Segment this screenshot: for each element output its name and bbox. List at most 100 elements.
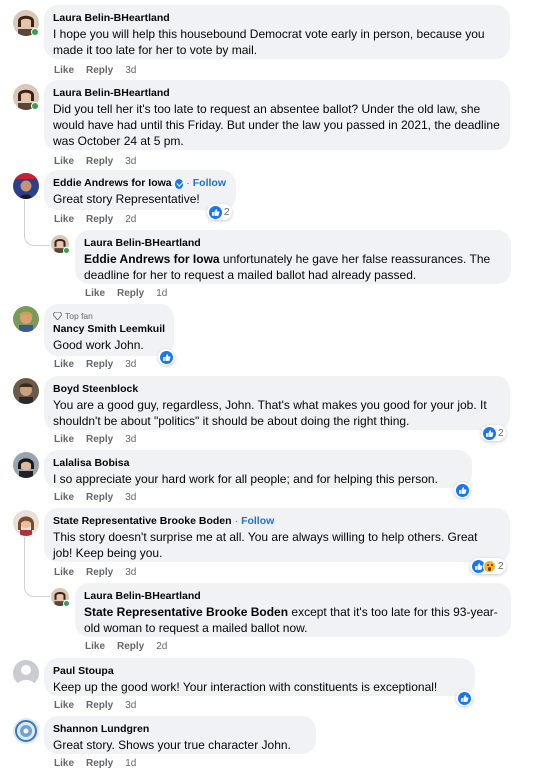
mention-link[interactable]: State Representative Brooke Boden <box>84 605 288 619</box>
reply-button[interactable]: Reply <box>86 758 113 769</box>
reaction-summary[interactable]: 2 <box>207 204 232 220</box>
like-button[interactable]: Like <box>54 700 74 711</box>
comment-text: Eddie Andrews for Iowa unfortunately he … <box>84 251 501 283</box>
timestamp[interactable]: 3d <box>125 434 136 445</box>
avatar[interactable] <box>13 378 39 404</box>
reply-thread-line <box>24 200 50 246</box>
reaction-count: 2 <box>224 206 230 218</box>
avatar[interactable] <box>13 510 39 536</box>
comment-text: Great story. Shows your true character J… <box>53 738 291 752</box>
comment-text: Good work John. <box>53 338 144 352</box>
comment-text: You are a good guy, regardless, John. Th… <box>53 398 487 428</box>
like-button[interactable]: Like <box>54 492 74 503</box>
comment-bubble: Paul Stoupa Keep up the good work! Your … <box>44 658 475 696</box>
follow-button[interactable]: Follow <box>193 177 226 190</box>
comment-author[interactable]: Paul Stoupa <box>53 665 465 678</box>
timestamp[interactable]: 1d <box>125 758 136 769</box>
like-button[interactable]: Like <box>54 434 74 445</box>
comment-author[interactable]: Laura Belin-BHeartland <box>84 237 501 250</box>
comment-author[interactable]: Laura Belin-BHeartland <box>53 12 500 25</box>
reply-button[interactable]: Reply <box>86 434 113 445</box>
reaction-count: 2 <box>498 560 504 572</box>
timestamp[interactable]: 2d <box>125 214 136 225</box>
comment-author[interactable]: Laura Belin-BHeartland <box>53 87 500 100</box>
timestamp[interactable]: 1d <box>156 288 167 299</box>
avatar[interactable] <box>13 452 39 478</box>
comment-text: Keep up the good work! Your interaction … <box>53 680 438 694</box>
like-button[interactable]: Like <box>85 288 105 299</box>
comment-text: Great story Representative! <box>53 192 200 206</box>
timestamp[interactable]: 3d <box>125 359 136 370</box>
separator-dot: · <box>234 515 239 527</box>
online-status-icon <box>31 28 39 36</box>
like-button[interactable]: Like <box>54 214 74 225</box>
mention-link[interactable]: Eddie Andrews for Iowa <box>84 252 220 266</box>
timestamp[interactable]: 2d <box>156 641 167 652</box>
online-status-icon <box>63 600 70 607</box>
timestamp[interactable]: 3d <box>125 700 136 711</box>
reply-button[interactable]: Reply <box>86 156 113 167</box>
comment-author[interactable]: Shannon Lundgren <box>53 723 306 736</box>
reply-button[interactable]: Reply <box>86 700 113 711</box>
avatar[interactable] <box>13 660 39 686</box>
reply-button[interactable]: Reply <box>117 641 144 652</box>
comment-bubble: Lalalisa Bobisa I so appreciate your har… <box>44 450 472 488</box>
reaction-summary[interactable] <box>454 482 471 498</box>
comment-text: Did you tell her it's too late to reques… <box>53 102 500 148</box>
comment-author[interactable]: Nancy Smith Leemkuil <box>53 323 165 336</box>
timestamp[interactable]: 3d <box>125 65 136 76</box>
reply-button[interactable]: Reply <box>117 288 144 299</box>
comment-bubble: Laura Belin-BHeartland I hope you will h… <box>44 5 510 59</box>
reaction-summary[interactable] <box>158 349 175 365</box>
like-button[interactable]: Like <box>54 156 74 167</box>
comment-author[interactable]: Eddie Andrews for Iowa <box>53 177 172 190</box>
like-button[interactable]: Like <box>54 758 74 769</box>
reply-button[interactable]: Reply <box>86 492 113 503</box>
reaction-summary[interactable]: 2 <box>481 425 506 441</box>
comment-actions: Like Reply 1d <box>54 758 136 769</box>
comment-actions: Like Reply 3d <box>54 567 136 578</box>
comment-bubble: Boyd Steenblock You are a good guy, rega… <box>44 376 510 430</box>
reply-button[interactable]: Reply <box>86 359 113 370</box>
top-fan-label: Top fan <box>65 311 93 321</box>
comment-bubble: Laura Belin-BHeartland State Representat… <box>75 583 511 637</box>
follow-button[interactable]: Follow <box>241 515 274 528</box>
timestamp[interactable]: 3d <box>125 156 136 167</box>
reaction-summary[interactable]: 2 <box>470 558 506 574</box>
timestamp[interactable]: 3d <box>125 492 136 503</box>
comment-text: This story doesn't surprise me at all. Y… <box>53 530 478 560</box>
reply-button[interactable]: Reply <box>86 65 113 76</box>
like-button[interactable]: Like <box>54 65 74 76</box>
avatar[interactable] <box>13 173 39 199</box>
avatar[interactable] <box>13 306 39 332</box>
comment-author-row: State Representative Brooke Boden · Foll… <box>53 515 500 528</box>
avatar[interactable] <box>13 718 39 744</box>
like-button[interactable]: Like <box>54 567 74 578</box>
like-reaction-icon <box>483 426 496 440</box>
comment-author[interactable]: Laura Belin-BHeartland <box>84 590 501 603</box>
online-status-icon <box>31 102 39 110</box>
like-button[interactable]: Like <box>54 359 74 370</box>
comment-text: State Representative Brooke Boden except… <box>84 604 501 636</box>
comment-author-row: Eddie Andrews for Iowa · Follow <box>53 177 226 190</box>
comment-bubble: Top fan Nancy Smith Leemkuil Good work J… <box>44 304 174 356</box>
comment-actions: Like Reply 3d <box>54 359 136 370</box>
comment-author[interactable]: Boyd Steenblock <box>53 383 500 396</box>
comment-actions: Like Reply 3d <box>54 65 136 76</box>
comment-bubble: Shannon Lundgren Great story. Shows your… <box>44 716 316 754</box>
comment-author[interactable]: Lalalisa Bobisa <box>53 457 462 470</box>
like-reaction-icon <box>458 691 471 705</box>
comment-actions: Like Reply 3d <box>54 700 136 711</box>
like-button[interactable]: Like <box>85 641 105 652</box>
like-reaction-icon <box>456 483 469 497</box>
online-status-icon <box>63 247 70 254</box>
diamond-icon <box>53 312 62 320</box>
comment-bubble: Laura Belin-BHeartland Eddie Andrews for… <box>75 230 511 284</box>
comment-author[interactable]: State Representative Brooke Boden <box>53 515 232 528</box>
reaction-summary[interactable] <box>456 690 473 706</box>
reply-button[interactable]: Reply <box>86 214 113 225</box>
comment-actions: Like Reply 3d <box>54 156 136 167</box>
reply-button[interactable]: Reply <box>86 567 113 578</box>
comment-bubble: Laura Belin-BHeartland Did you tell her … <box>44 80 510 150</box>
timestamp[interactable]: 3d <box>125 567 136 578</box>
